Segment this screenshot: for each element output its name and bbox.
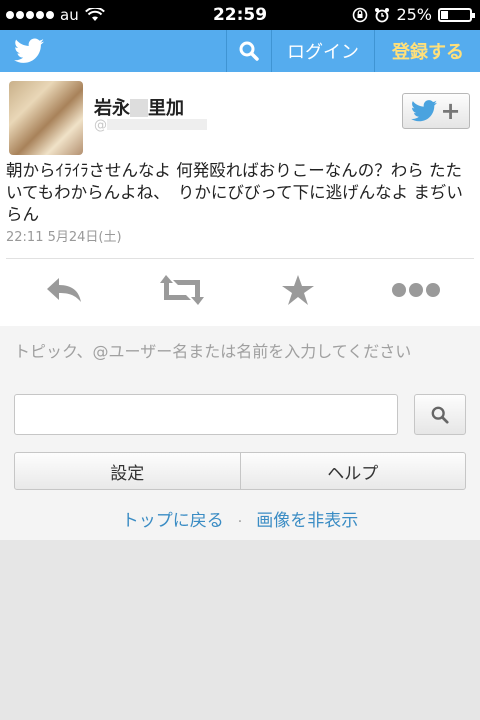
author-handle[interactable]: @ (94, 118, 207, 133)
hide-images-link[interactable]: 画像を非表示 (256, 511, 358, 531)
link-separator: · (237, 514, 243, 530)
twitter-bird-icon (411, 100, 438, 122)
author-name[interactable]: 岩永 里加 (94, 94, 184, 120)
plus-icon: + (440, 97, 461, 125)
settings-button[interactable]: 設定 (15, 453, 240, 489)
search-input[interactable] (14, 394, 398, 435)
retweet-icon (160, 275, 204, 305)
follow-button[interactable]: + (402, 93, 470, 129)
search-hint: トピック、@ユーザー名または名前を入力してください (14, 342, 412, 361)
signup-button[interactable]: 登録する (374, 30, 480, 72)
login-button[interactable]: ログイン (271, 30, 374, 72)
rotation-lock-icon (353, 7, 368, 22)
tweet-text: 朝からｲﾗｲﾗさせんなよ 何発殴ればおりこーなんの？わら たたいてもわからんよね… (6, 161, 463, 224)
reply-icon (47, 278, 81, 302)
retweet-button[interactable] (152, 268, 212, 312)
help-button[interactable]: ヘルプ (239, 453, 466, 489)
handle-redaction (107, 119, 207, 130)
star-icon (282, 275, 314, 305)
search-icon (239, 41, 259, 61)
divider (6, 258, 474, 259)
button-row: 設定 ヘルプ (14, 452, 466, 490)
tweet-actions (0, 260, 480, 324)
twitter-bird-icon[interactable] (14, 38, 44, 64)
tweet-timestamp[interactable]: 22:11 5月24日(土) (6, 226, 122, 245)
more-dots-icon (392, 283, 440, 297)
status-bar: au 22:59 25% (0, 0, 480, 30)
favorite-button[interactable] (268, 268, 328, 312)
top-nav: ログイン 登録する (0, 30, 480, 72)
reply-button[interactable] (34, 268, 94, 312)
footer-links: トップに戻る · 画像を非表示 (0, 506, 480, 531)
tweet-card: 岩永 里加 @ + 朝からｲﾗｲﾗさせんなよ 何発殴ればおりこーなんの？わら たた… (0, 72, 480, 326)
search-icon (431, 406, 449, 424)
battery-icon (438, 7, 475, 22)
alarm-icon (375, 7, 390, 22)
battery-percent: 25% (396, 5, 432, 24)
avatar[interactable] (9, 81, 83, 155)
back-to-top-link[interactable]: トップに戻る (122, 511, 224, 531)
search-submit-button[interactable] (414, 394, 466, 435)
search-panel: トピック、@ユーザー名または名前を入力してください 設定 ヘルプ トップに戻る ·… (0, 326, 480, 540)
more-button[interactable] (386, 268, 446, 312)
search-button[interactable] (226, 30, 271, 72)
name-redaction (130, 99, 148, 117)
